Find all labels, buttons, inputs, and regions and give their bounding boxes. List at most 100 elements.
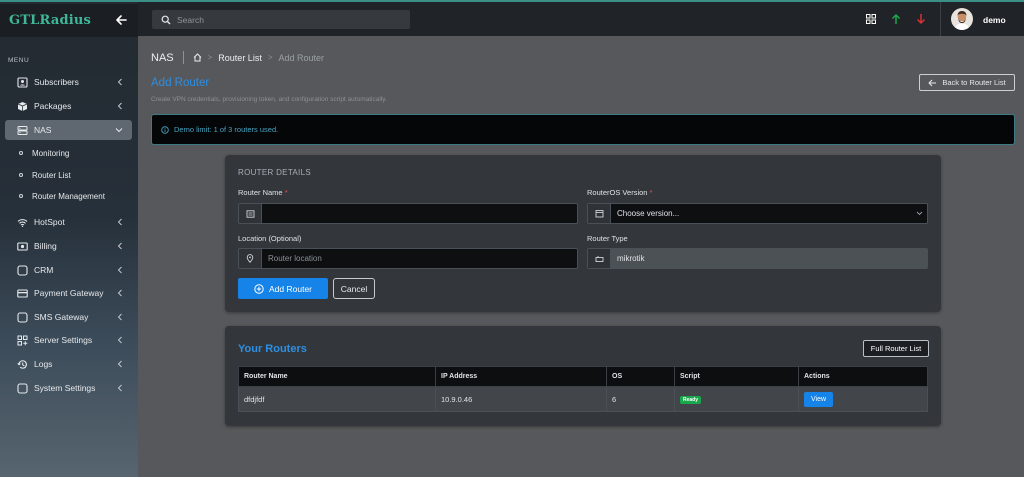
- sidebar-item-label: Subscribers: [34, 77, 79, 87]
- routeros-version-label: RouterOS Version *: [587, 188, 652, 197]
- chevron-left-icon: [117, 242, 122, 250]
- avatar[interactable]: [951, 8, 973, 30]
- cell-script: Ready: [674, 386, 799, 412]
- sidebar-item-server-settings[interactable]: Server Settings: [5, 330, 132, 350]
- grid-icon[interactable]: [865, 13, 877, 25]
- sidebar-item-label: HotSpot: [34, 217, 65, 227]
- chevron-left-icon: [117, 78, 122, 86]
- plus-circle-icon: [254, 283, 264, 294]
- column-header-actions: Actions: [798, 366, 928, 387]
- arrow-down-icon[interactable]: [915, 13, 927, 25]
- your-routers-card: Your Routers Full Router List Router Nam…: [225, 326, 941, 426]
- full-router-list-button[interactable]: Full Router List: [863, 340, 929, 357]
- sidebar-item-sms-gateway[interactable]: SMS Gateway: [5, 307, 132, 327]
- map-pin-icon: [239, 249, 262, 268]
- sidebar-subitem-router-list[interactable]: Router List: [19, 167, 71, 183]
- money-icon: [17, 241, 28, 252]
- search-input[interactable]: [177, 14, 397, 25]
- sidebar-item-billing[interactable]: Billing: [5, 236, 132, 256]
- sidebar-item-label: Billing: [34, 241, 57, 251]
- router-type-label: Router Type: [587, 234, 628, 243]
- breadcrumb-separator: >: [207, 53, 213, 62]
- search-box[interactable]: [152, 10, 410, 29]
- location-label: Location (Optional): [238, 234, 302, 243]
- chevron-left-icon: [117, 289, 122, 297]
- routeros-version-value: Choose version...: [617, 209, 680, 218]
- grid-plus-icon: [17, 335, 28, 346]
- chevron-down-icon: [115, 128, 123, 133]
- menu-label: MENU: [8, 57, 30, 64]
- main-content: NAS > Router List > Add Router Add Route…: [138, 36, 1024, 477]
- add-router-button[interactable]: Add Router: [238, 278, 328, 299]
- required-mark: *: [284, 188, 288, 197]
- table-row: dfdjfdf 10.9.0.46 6 Ready View: [238, 386, 928, 412]
- routeros-version-select[interactable]: Choose version...: [587, 203, 928, 224]
- arrow-left-icon: [928, 79, 937, 86]
- sidebar-item-packages[interactable]: Packages: [5, 96, 132, 116]
- page-title: Add Router: [151, 77, 210, 89]
- chevron-left-icon: [117, 384, 122, 392]
- column-header-script[interactable]: Script: [674, 366, 799, 387]
- router-icon: [588, 249, 611, 268]
- alert-text: Demo limit: 1 of 3 routers used.: [174, 125, 279, 134]
- router-type-value: mikrotik: [617, 254, 645, 263]
- routers-card-title: Your Routers: [238, 343, 307, 355]
- sidebar-item-hotspot[interactable]: HotSpot: [5, 212, 132, 232]
- chevron-left-icon: [117, 313, 122, 321]
- square-icon: [17, 382, 28, 394]
- brand-bar: GTLRadius: [0, 4, 138, 37]
- chevron-left-icon: [117, 218, 122, 226]
- column-header-router-name[interactable]: Router Name: [238, 366, 436, 387]
- router-name-field[interactable]: [238, 203, 578, 224]
- breadcrumb-router-list[interactable]: Router List: [218, 53, 262, 63]
- breadcrumb: NAS > Router List > Add Router: [151, 51, 324, 64]
- sidebar-subitem-router-management[interactable]: Router Management: [19, 188, 105, 204]
- sidebar-item-label: CRM: [34, 265, 54, 275]
- back-to-router-list-button[interactable]: Back to Router List: [919, 74, 1015, 91]
- location-field[interactable]: Router location: [238, 248, 578, 269]
- router-name-input[interactable]: [262, 204, 577, 223]
- sidebar-item-label: NAS: [34, 125, 52, 135]
- history-icon: [17, 359, 28, 370]
- cell-os: 6: [606, 386, 675, 412]
- chevron-down-icon: [911, 204, 927, 223]
- arrow-up-icon[interactable]: [890, 13, 902, 25]
- sidebar-item-crm[interactable]: CRM: [5, 260, 132, 280]
- chevron-left-icon: [117, 266, 122, 274]
- add-router-label: Add Router: [269, 283, 312, 294]
- sidebar-subitem-monitoring[interactable]: Monitoring: [19, 145, 69, 161]
- router-name-label: Router Name *: [238, 188, 288, 197]
- box-icon: [17, 101, 28, 112]
- label-text: Router Name: [238, 188, 283, 197]
- info-icon: [161, 125, 169, 134]
- username[interactable]: demo: [983, 15, 1006, 25]
- location-input[interactable]: Router location: [262, 249, 577, 268]
- view-button[interactable]: View: [804, 391, 834, 407]
- back-button-label: Back to Router List: [942, 78, 1006, 87]
- breadcrumb-current: Add Router: [278, 52, 325, 63]
- address-book-icon: [17, 76, 28, 88]
- sidebar-item-nas[interactable]: NAS: [5, 120, 132, 140]
- chevron-left-icon: [117, 102, 122, 110]
- calendar-icon: [588, 204, 611, 223]
- sidebar-item-subscribers[interactable]: Subscribers: [5, 72, 132, 92]
- wifi-icon: [17, 217, 28, 228]
- collapse-sidebar-icon[interactable]: [114, 13, 128, 27]
- list-icon: [239, 204, 262, 223]
- sidebar-item-payment-gateway[interactable]: Payment Gateway: [5, 283, 132, 303]
- cancel-button[interactable]: Cancel: [333, 278, 375, 299]
- chevron-left-icon: [117, 336, 122, 344]
- sidebar-subitem-label: Router Management: [32, 191, 105, 201]
- topbar: demo: [138, 0, 1024, 36]
- demo-limit-alert: Demo limit: 1 of 3 routers used.: [151, 114, 1015, 145]
- column-header-ip-address[interactable]: IP Address: [435, 366, 607, 387]
- label-text: RouterOS Version: [587, 188, 648, 197]
- column-header-os[interactable]: OS: [606, 366, 675, 387]
- sidebar-item-system-settings[interactable]: System Settings: [5, 378, 132, 398]
- home-icon[interactable]: [193, 53, 202, 62]
- sidebar-item-label: System Settings: [34, 383, 96, 393]
- routers-table: Router Name IP Address OS Script Actions…: [238, 366, 928, 412]
- sidebar-item-logs[interactable]: Logs: [5, 354, 132, 374]
- table-header-row: Router Name IP Address OS Script Actions: [238, 366, 928, 387]
- brand-logo[interactable]: GTLRadius: [9, 13, 91, 28]
